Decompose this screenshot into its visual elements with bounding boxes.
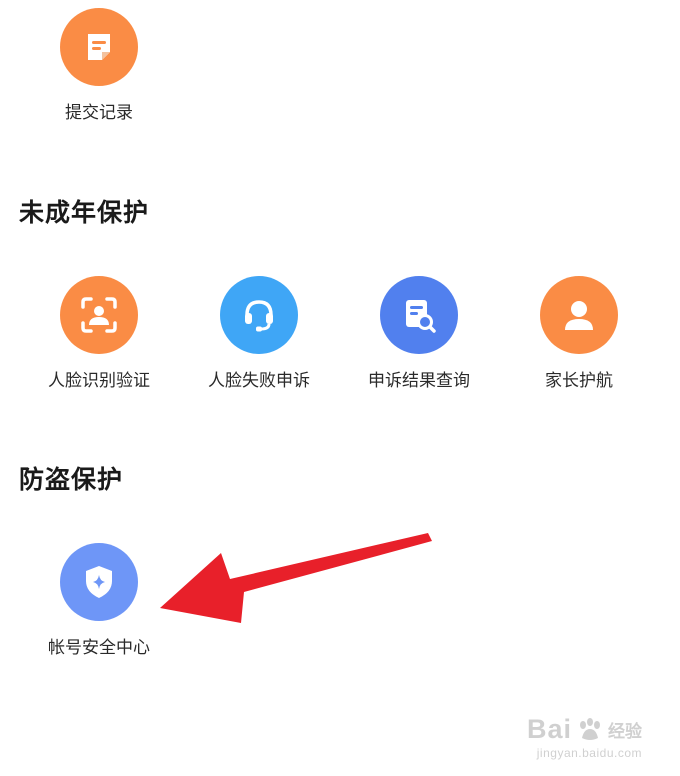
account-security-center-button[interactable]: 帐号安全中心	[19, 543, 179, 658]
face-fail-appeal-button[interactable]: 人脸失败申诉	[179, 276, 339, 391]
headset-icon	[245, 300, 273, 332]
shield-icon	[86, 566, 112, 598]
appeal-result-query-button[interactable]: 申诉结果查询	[339, 276, 499, 391]
submit-records-label: 提交记录	[65, 103, 133, 123]
submit-records-circle	[60, 8, 138, 86]
face-verify-label: 人脸识别验证	[48, 371, 150, 391]
submit-records-button[interactable]: 提交记录	[19, 8, 179, 123]
parent-guard-label: 家长护航	[545, 371, 613, 391]
document-icon	[88, 34, 110, 60]
watermark-url: jingyan.baidu.com	[536, 746, 642, 760]
document-search-icon	[406, 300, 436, 333]
appeal-result-query-label: 申诉结果查询	[368, 371, 470, 391]
parent-guard-button[interactable]: 家长护航	[499, 276, 659, 391]
watermark-sub: 经验	[608, 722, 642, 742]
section-title-minor-protection: 未成年保护	[19, 198, 150, 227]
paw-icon	[580, 717, 600, 740]
watermark-brand: Bai	[526, 714, 572, 744]
face-fail-appeal-label: 人脸失败申诉	[208, 371, 310, 391]
face-scan-icon	[81, 297, 117, 333]
appeal-result-query-circle	[380, 276, 458, 354]
parent-guard-circle	[540, 276, 618, 354]
face-verify-circle	[60, 276, 138, 354]
watermark: Bai 经验 jingyan.baidu.com	[527, 714, 642, 760]
section-title-theft-protection: 防盗保护	[19, 465, 124, 494]
account-security-center-circle	[60, 543, 138, 621]
face-verify-button[interactable]: 人脸识别验证	[19, 276, 179, 391]
account-security-center-label: 帐号安全中心	[48, 638, 150, 658]
face-fail-appeal-circle	[220, 276, 298, 354]
person-icon	[565, 301, 593, 330]
